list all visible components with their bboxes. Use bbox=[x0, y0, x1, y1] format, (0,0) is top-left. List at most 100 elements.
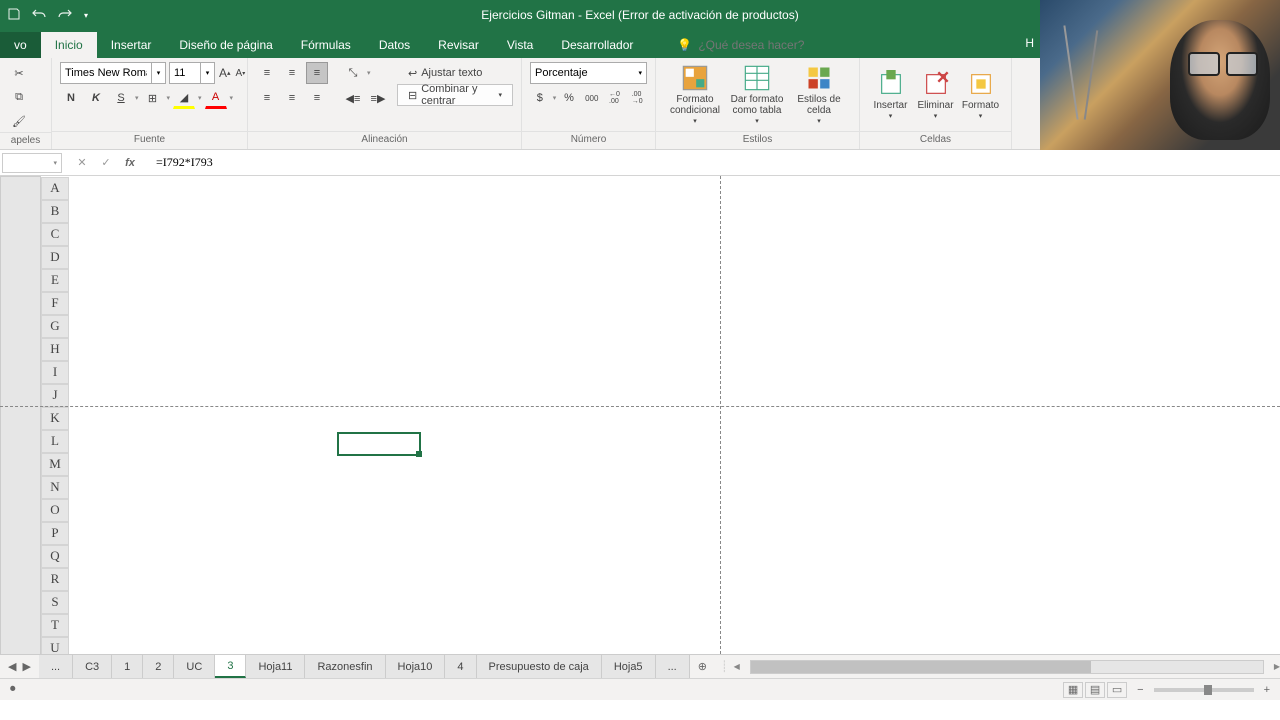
zoom-in-button[interactable]: + bbox=[1264, 684, 1270, 696]
underline-button[interactable]: S bbox=[110, 87, 132, 109]
col-header[interactable]: U bbox=[41, 637, 70, 655]
cell-styles-button[interactable]: Estilos de celda▾ bbox=[788, 62, 850, 128]
col-header[interactable]: R bbox=[41, 568, 70, 591]
col-header[interactable]: N bbox=[41, 476, 70, 499]
col-header[interactable]: C bbox=[41, 223, 70, 246]
sheet-tab-razonesfin[interactable]: Razonesfin bbox=[305, 655, 385, 678]
sheet-nav-first[interactable]: ◀ bbox=[6, 660, 18, 673]
sheet-tab-hoja10[interactable]: Hoja10 bbox=[386, 655, 446, 678]
number-format-select[interactable]: Porcentaje▾ bbox=[530, 62, 647, 84]
tell-me-search[interactable]: 💡 bbox=[667, 32, 848, 58]
cancel-formula-button[interactable]: ✕ bbox=[70, 153, 94, 173]
tab-vista[interactable]: Vista bbox=[493, 32, 547, 58]
tab-formulas[interactable]: Fórmulas bbox=[287, 32, 365, 58]
cut-button[interactable]: ✂ bbox=[8, 62, 30, 84]
horizontal-scrollbar[interactable] bbox=[750, 660, 1264, 674]
align-right-button[interactable]: ≡ bbox=[306, 87, 328, 109]
undo-icon[interactable] bbox=[32, 8, 46, 23]
col-header[interactable]: B bbox=[41, 200, 70, 223]
select-all-cell[interactable] bbox=[1, 177, 41, 655]
sheet-tab-4[interactable]: 4 bbox=[445, 655, 476, 678]
merge-center-button[interactable]: ⊟Combinar y centrar▾ bbox=[397, 84, 513, 106]
view-page-break-button[interactable]: ▭ bbox=[1107, 682, 1127, 698]
font-name-select[interactable] bbox=[60, 62, 152, 84]
align-top-button[interactable]: ≡ bbox=[256, 62, 278, 84]
fill-color-button[interactable]: ◢ bbox=[173, 87, 195, 109]
sheet-tab-hoja5[interactable]: Hoja5 bbox=[602, 655, 656, 678]
sheet-tab-c3[interactable]: C3 bbox=[73, 655, 112, 678]
col-header[interactable]: E bbox=[41, 269, 70, 292]
col-header[interactable]: Q bbox=[41, 545, 70, 568]
decrease-font-button[interactable]: A▾ bbox=[235, 62, 247, 84]
col-header[interactable]: I bbox=[41, 361, 70, 384]
align-middle-button[interactable]: ≡ bbox=[281, 62, 303, 84]
zoom-thumb[interactable] bbox=[1204, 685, 1212, 695]
sheet-tab-uc[interactable]: UC bbox=[174, 655, 215, 678]
insert-cells-button[interactable]: Insertar▾ bbox=[868, 62, 913, 128]
percent-format-button[interactable]: % bbox=[559, 87, 579, 109]
font-size-select[interactable] bbox=[169, 62, 201, 84]
sheet-tab-more-right[interactable]: ... bbox=[656, 655, 690, 678]
format-cells-button[interactable]: Formato▾ bbox=[958, 62, 1003, 128]
tab-insertar[interactable]: Insertar bbox=[97, 32, 166, 58]
insert-function-button[interactable]: fx bbox=[118, 153, 142, 173]
view-page-layout-button[interactable]: ▤ bbox=[1085, 682, 1105, 698]
col-header[interactable]: A bbox=[41, 177, 70, 200]
bold-button[interactable]: N bbox=[60, 87, 82, 109]
sheet-tab-more-left[interactable]: ... bbox=[39, 655, 73, 678]
col-header[interactable]: J bbox=[41, 384, 70, 407]
col-header[interactable]: O bbox=[41, 499, 70, 522]
decrease-indent-button[interactable]: ◀≡ bbox=[342, 87, 364, 109]
tab-inicio[interactable]: Inicio bbox=[41, 32, 97, 58]
hscroll-thumb[interactable] bbox=[751, 661, 1091, 673]
add-sheet-button[interactable]: ⊕ bbox=[690, 655, 715, 678]
tab-datos[interactable]: Datos bbox=[365, 32, 424, 58]
redo-icon[interactable] bbox=[58, 8, 72, 23]
tab-diseno[interactable]: Diseño de página bbox=[165, 32, 286, 58]
formula-input[interactable] bbox=[150, 155, 1280, 170]
borders-button[interactable]: ⊞ bbox=[142, 87, 164, 109]
sheet-tab-presupuesto[interactable]: Presupuesto de caja bbox=[477, 655, 602, 678]
macro-record-icon[interactable]: ⏺ bbox=[10, 683, 16, 696]
col-header[interactable]: D bbox=[41, 246, 70, 269]
comma-format-button[interactable]: 000 bbox=[582, 87, 602, 109]
sheet-tab-2[interactable]: 2 bbox=[143, 655, 174, 678]
col-header[interactable]: S bbox=[41, 591, 70, 614]
sheet-nav-prev[interactable]: ▶ bbox=[20, 660, 32, 673]
increase-indent-button[interactable]: ≡▶ bbox=[367, 87, 389, 109]
col-header[interactable]: M bbox=[41, 453, 70, 476]
col-header[interactable]: L bbox=[41, 430, 70, 453]
hscroll-left[interactable]: ◀ bbox=[734, 662, 740, 671]
copy-button[interactable]: ⧉ bbox=[8, 86, 30, 108]
decrease-decimal-button[interactable]: .00→0 bbox=[627, 87, 647, 109]
zoom-slider[interactable] bbox=[1154, 688, 1254, 692]
conditional-format-button[interactable]: Formato condicional▾ bbox=[664, 62, 726, 128]
wrap-text-button[interactable]: ↩Ajustar texto bbox=[397, 62, 493, 84]
delete-cells-button[interactable]: Eliminar▾ bbox=[913, 62, 958, 128]
font-name-dropdown[interactable]: ▾ bbox=[152, 62, 166, 84]
grid-table[interactable]: A B C D E F G H I J K L M N O P Q R S T … bbox=[0, 176, 1280, 654]
orientation-button[interactable]: ⤡ bbox=[342, 62, 364, 84]
col-header[interactable]: T bbox=[41, 614, 70, 637]
tab-revisar[interactable]: Revisar bbox=[424, 32, 493, 58]
font-size-dropdown[interactable]: ▾ bbox=[201, 62, 215, 84]
font-color-button[interactable]: A bbox=[205, 87, 227, 109]
save-icon[interactable] bbox=[8, 8, 20, 23]
sheet-tab-hoja11[interactable]: Hoja11 bbox=[246, 655, 305, 678]
increase-decimal-button[interactable]: ←0.00 bbox=[605, 87, 625, 109]
col-header[interactable]: H bbox=[41, 338, 70, 361]
col-header[interactable]: G bbox=[41, 315, 70, 338]
col-header[interactable]: P bbox=[41, 522, 70, 545]
format-painter-button[interactable]: 🖌 bbox=[8, 110, 30, 132]
accounting-format-button[interactable]: $ bbox=[530, 87, 550, 109]
view-normal-button[interactable]: ▦ bbox=[1063, 682, 1083, 698]
increase-font-button[interactable]: A▴ bbox=[218, 62, 232, 84]
sheet-tab-1[interactable]: 1 bbox=[112, 655, 143, 678]
tab-archivo[interactable]: vo bbox=[0, 32, 41, 58]
align-bottom-button[interactable]: ≡ bbox=[306, 62, 328, 84]
col-header[interactable]: F bbox=[41, 292, 70, 315]
zoom-out-button[interactable]: − bbox=[1137, 684, 1143, 696]
align-center-button[interactable]: ≡ bbox=[281, 87, 303, 109]
qat-customize-icon[interactable]: ▾ bbox=[84, 11, 88, 20]
align-left-button[interactable]: ≡ bbox=[256, 87, 278, 109]
